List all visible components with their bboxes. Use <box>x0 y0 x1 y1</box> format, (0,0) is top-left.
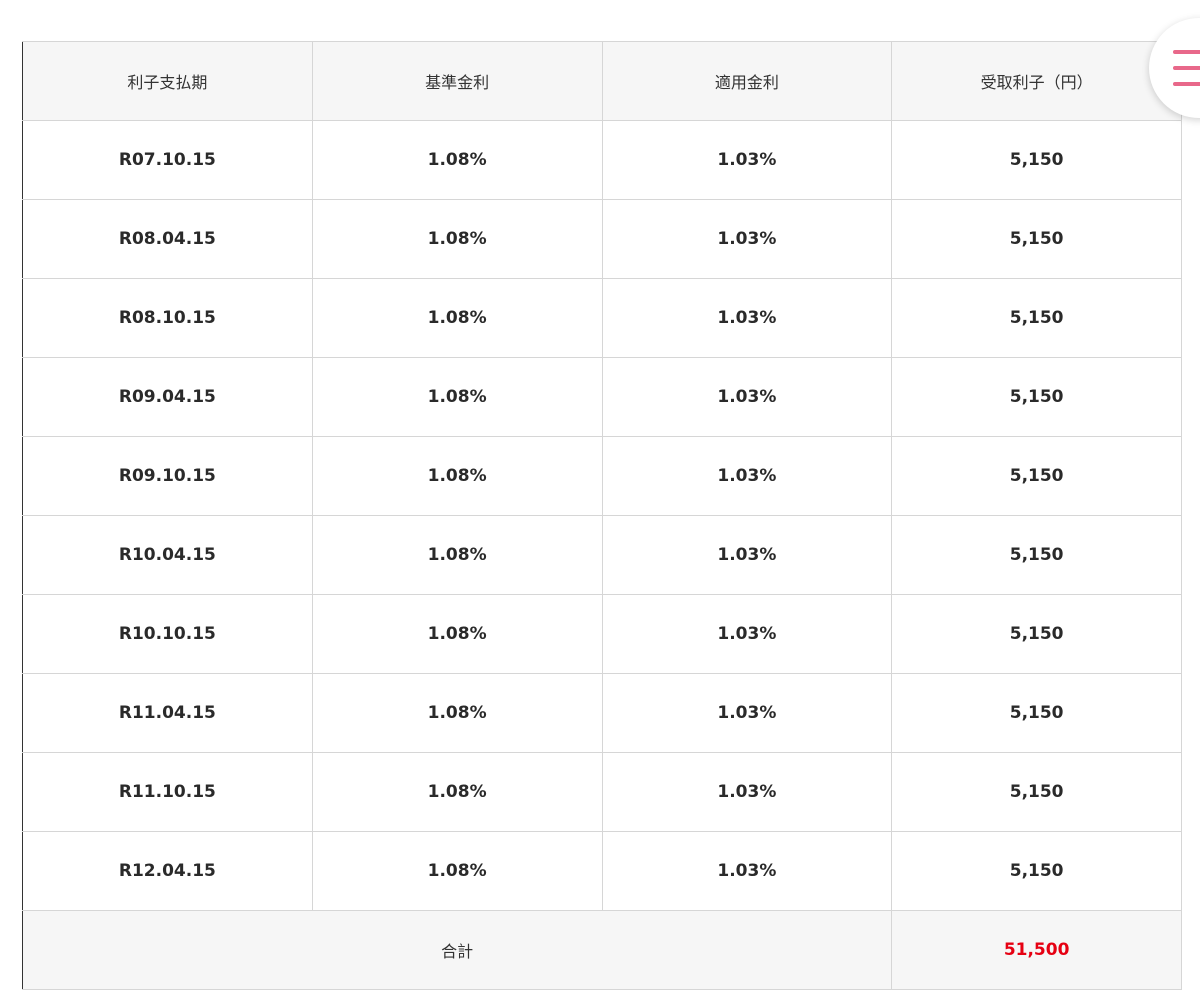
cell-base-rate: 1.08% <box>311 436 603 516</box>
cell-payment-date: R12.04.15 <box>22 831 313 911</box>
cell-applied-rate: 1.03% <box>601 594 893 674</box>
cell-base-rate: 1.08% <box>311 515 603 595</box>
cell-received-interest: 5,150 <box>891 515 1182 595</box>
total-label: 合計 <box>21 910 893 990</box>
table-row: R07.10.15 1.08% 1.03% 5,150 <box>22 120 1182 200</box>
cell-applied-rate: 1.03% <box>601 357 893 437</box>
interest-payment-table: 利子支払期 基準金利 適用金利 受取利子（円） R07.10.15 1.08% … <box>21 41 1182 990</box>
page: 利子支払期 基準金利 適用金利 受取利子（円） R07.10.15 1.08% … <box>0 0 1200 1001</box>
total-value: 51,500 <box>891 910 1182 990</box>
cell-received-interest: 5,150 <box>891 831 1182 911</box>
header-applied-rate: 適用金利 <box>601 41 893 121</box>
cell-received-interest: 5,150 <box>891 673 1182 753</box>
cell-applied-rate: 1.03% <box>601 673 893 753</box>
cell-applied-rate: 1.03% <box>601 278 893 358</box>
cell-base-rate: 1.08% <box>311 199 603 279</box>
hamburger-menu-icon-bar <box>1173 66 1200 70</box>
table-row: R09.04.15 1.08% 1.03% 5,150 <box>22 357 1182 437</box>
cell-payment-date: R09.10.15 <box>22 436 313 516</box>
table-row: R11.10.15 1.08% 1.03% 5,150 <box>22 752 1182 832</box>
cell-received-interest: 5,150 <box>891 594 1182 674</box>
cell-payment-date: R07.10.15 <box>22 120 313 200</box>
header-base-rate: 基準金利 <box>311 41 603 121</box>
table-row: R08.04.15 1.08% 1.03% 5,150 <box>22 199 1182 279</box>
cell-base-rate: 1.08% <box>311 831 603 911</box>
cell-received-interest: 5,150 <box>891 120 1182 200</box>
cell-payment-date: R08.04.15 <box>22 199 313 279</box>
cell-applied-rate: 1.03% <box>601 515 893 595</box>
table-row: R08.10.15 1.08% 1.03% 5,150 <box>22 278 1182 358</box>
cell-received-interest: 5,150 <box>891 199 1182 279</box>
cell-applied-rate: 1.03% <box>601 436 893 516</box>
cell-base-rate: 1.08% <box>311 752 603 832</box>
cell-payment-date: R10.10.15 <box>22 594 313 674</box>
cell-received-interest: 5,150 <box>891 278 1182 358</box>
hamburger-menu-icon <box>1173 50 1200 54</box>
cell-payment-date: R11.04.15 <box>22 673 313 753</box>
cell-applied-rate: 1.03% <box>601 831 893 911</box>
cell-received-interest: 5,150 <box>891 436 1182 516</box>
header-received-interest: 受取利子（円） <box>891 41 1182 121</box>
cell-applied-rate: 1.03% <box>601 199 893 279</box>
table-row: R10.10.15 1.08% 1.03% 5,150 <box>22 594 1182 674</box>
table-row: R11.04.15 1.08% 1.03% 5,150 <box>22 673 1182 753</box>
cell-base-rate: 1.08% <box>311 278 603 358</box>
cell-payment-date: R09.04.15 <box>22 357 313 437</box>
table-row: R10.04.15 1.08% 1.03% 5,150 <box>22 515 1182 595</box>
cell-payment-date: R10.04.15 <box>22 515 313 595</box>
cell-applied-rate: 1.03% <box>601 752 893 832</box>
table-header-row: 利子支払期 基準金利 適用金利 受取利子（円） <box>22 41 1182 121</box>
cell-applied-rate: 1.03% <box>601 120 893 200</box>
cell-base-rate: 1.08% <box>311 594 603 674</box>
total-row: 合計 51,500 <box>21 910 1182 990</box>
cell-base-rate: 1.08% <box>311 673 603 753</box>
cell-payment-date: R11.10.15 <box>22 752 313 832</box>
hamburger-menu-icon-bar <box>1173 82 1200 86</box>
cell-received-interest: 5,150 <box>891 752 1182 832</box>
cell-payment-date: R08.10.15 <box>22 278 313 358</box>
cell-base-rate: 1.08% <box>311 357 603 437</box>
cell-base-rate: 1.08% <box>311 120 603 200</box>
table-row: R12.04.15 1.08% 1.03% 5,150 <box>22 831 1182 911</box>
header-payment-date: 利子支払期 <box>22 41 313 121</box>
table-row: R09.10.15 1.08% 1.03% 5,150 <box>22 436 1182 516</box>
cell-received-interest: 5,150 <box>891 357 1182 437</box>
